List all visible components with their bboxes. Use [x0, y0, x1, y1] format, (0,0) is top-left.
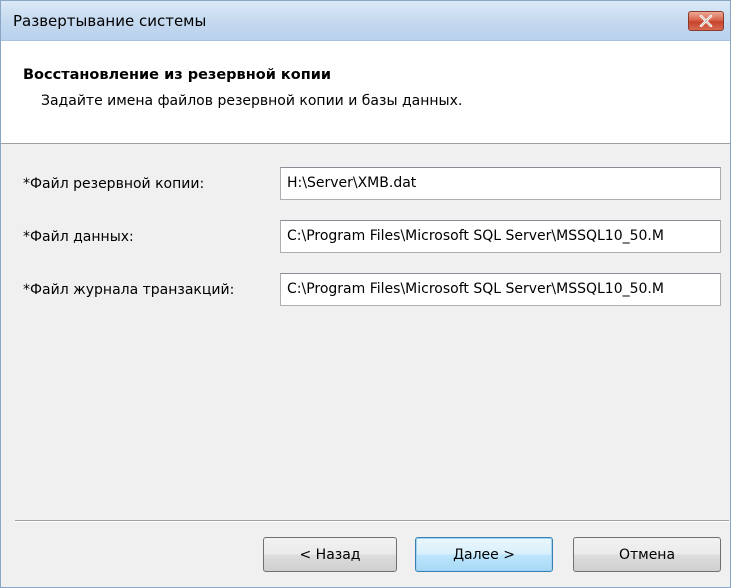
title-bar[interactable]: Развертывание системы	[1, 1, 730, 41]
data-file-label: *Файл данных:	[23, 229, 134, 245]
footer-separator	[15, 520, 729, 522]
data-file-input[interactable]: C:\Program Files\Microsoft SQL Server\MS…	[280, 220, 721, 253]
cancel-button[interactable]: Отмена	[573, 537, 721, 572]
wizard-header: Восстановление из резервной копии Задайт…	[1, 41, 730, 144]
page-title: Восстановление из резервной копии	[23, 67, 332, 83]
dialog-window: Развертывание системы Восстановление из …	[0, 0, 731, 588]
window-title: Развертывание системы	[13, 12, 207, 30]
backup-file-label: *Файл резервной копии:	[23, 176, 205, 192]
log-file-input[interactable]: C:\Program Files\Microsoft SQL Server\MS…	[280, 273, 721, 306]
close-button[interactable]	[688, 11, 724, 31]
next-button[interactable]: Далее >	[415, 537, 553, 572]
backup-file-input[interactable]: H:\Server\XMB.dat	[280, 167, 721, 200]
back-button[interactable]: < Назад	[263, 537, 397, 572]
log-file-label: *Файл журнала транзакций:	[23, 282, 235, 298]
page-subtitle: Задайте имена файлов резервной копии и б…	[41, 93, 463, 109]
close-icon	[699, 15, 713, 27]
